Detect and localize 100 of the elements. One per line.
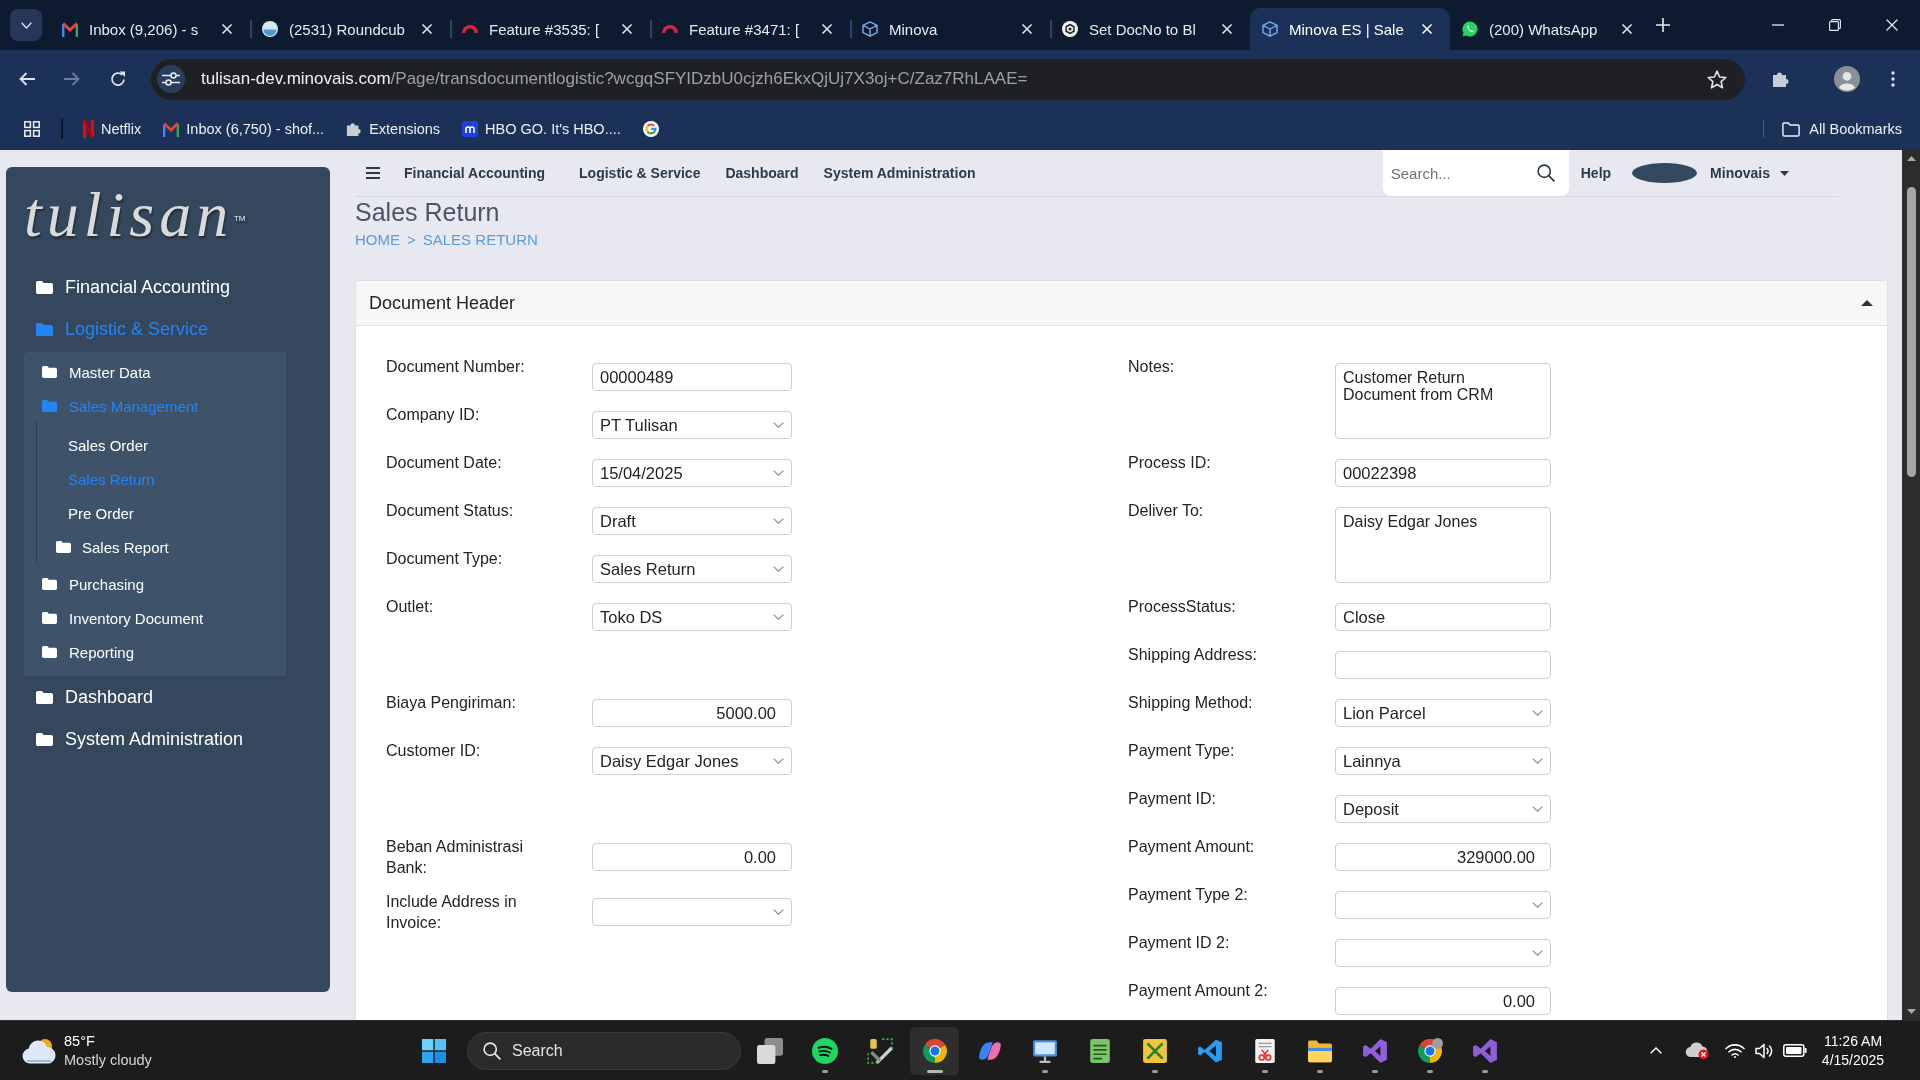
cloud-error-icon[interactable] [1685, 1041, 1709, 1060]
nav-link[interactable]: Logistic & Service [579, 165, 701, 181]
dropdown[interactable]: Daisy Edgar Jones [592, 747, 792, 775]
cloud-sun-icon[interactable] [21, 1037, 57, 1064]
sliders-icon[interactable] [157, 65, 185, 93]
close-icon[interactable] [422, 24, 432, 34]
dropdown[interactable]: Deposit [1335, 795, 1551, 823]
tab-search-button[interactable] [10, 9, 42, 41]
dropdown[interactable]: PT Tulisan [592, 411, 792, 439]
avatar-icon[interactable] [1834, 66, 1860, 92]
textarea-field[interactable]: Daisy Edgar Jones [1335, 507, 1551, 583]
browser-tab[interactable]: Inbox (9,206) - s [50, 8, 250, 50]
dropdown[interactable]: Toko DS [592, 603, 792, 631]
chevron-down-icon [773, 422, 784, 428]
speaker-icon[interactable] [1755, 1042, 1775, 1059]
text-field[interactable]: Close [1335, 603, 1551, 631]
text-field[interactable]: 00022398 [1335, 459, 1551, 487]
field-label: Document Status: [386, 501, 515, 521]
menu-item[interactable]: Master Data [42, 355, 151, 389]
menu-item[interactable]: Dashboard [36, 676, 154, 718]
nav-link[interactable]: Financial Accounting [404, 165, 546, 181]
star-icon[interactable] [1707, 69, 1727, 89]
textarea-field[interactable]: Customer Return Document from CRM [1335, 363, 1551, 439]
close-icon[interactable] [1022, 24, 1032, 34]
restore-icon[interactable] [1828, 19, 1841, 31]
puzzle-icon[interactable] [1772, 70, 1790, 88]
address-bar[interactable]: tulisan-dev.minovais.com/Page/transdocumentlogistic?wcgqSFYIDzbU0cjzh6EkxQjUj7X3oj+C/Zaz7RhLAAE= [151, 58, 1745, 100]
text-field[interactable]: 00000489 [592, 363, 792, 391]
apps-grid-icon[interactable] [24, 121, 40, 137]
card-header[interactable]: Document Header [356, 281, 1887, 326]
more-icon[interactable] [1891, 71, 1895, 87]
caret-icon[interactable] [1780, 170, 1789, 176]
close-icon[interactable] [822, 24, 832, 34]
browser-tab[interactable]: (200) WhatsApp [1450, 8, 1650, 50]
chevron-down-icon [1532, 950, 1543, 956]
browser-tab[interactable]: Set DocNo to Bl [1050, 8, 1250, 50]
clock-time[interactable]: 11:26 AM [1823, 1031, 1883, 1051]
close-icon[interactable] [1885, 19, 1898, 31]
number-field[interactable]: 5000.00 [592, 699, 792, 727]
text-field[interactable] [1335, 651, 1551, 679]
menu-item[interactable]: Sales Order [68, 428, 149, 462]
minimize-icon[interactable] [1771, 24, 1784, 26]
browser-tab[interactable]: Minova ES | Sale [1250, 8, 1450, 50]
folder-icon [42, 366, 57, 378]
dropdown[interactable]: 15/04/2025 [592, 459, 792, 487]
start-icon[interactable] [422, 1038, 446, 1063]
forward-arrow-icon[interactable] [64, 72, 80, 86]
all-bookmarks-button[interactable]: All Bookmarks [1782, 121, 1902, 137]
folder-icon [1782, 121, 1801, 137]
chevron-down-icon [1532, 806, 1543, 812]
menu-icon[interactable] [366, 167, 380, 179]
bookmark[interactable]: Extensions [338, 115, 449, 143]
folder-icon [56, 541, 71, 553]
number-field[interactable]: 0.00 [592, 843, 792, 871]
reload-icon[interactable] [110, 71, 126, 87]
browser-tab[interactable]: Feature #3535: [ [450, 8, 650, 50]
scrollbar-thumb[interactable] [1906, 187, 1916, 477]
scroll-up-icon[interactable] [1906, 156, 1916, 161]
wifi-icon[interactable] [1725, 1043, 1745, 1058]
chat-bubble-icon [1462, 21, 1478, 37]
menu-item[interactable]: Inventory Document [42, 601, 204, 635]
field-label: Company ID: [386, 405, 481, 425]
user-menu[interactable]: Minovais [1710, 165, 1770, 181]
clock-date[interactable]: 4/15/2025 [1821, 1050, 1885, 1070]
browser-tab[interactable]: (2531) Roundcub [250, 8, 450, 50]
menu-item[interactable]: Purchasing [42, 567, 145, 601]
nav-link[interactable]: System Administration [823, 165, 976, 181]
close-icon[interactable] [1622, 24, 1632, 34]
dropdown[interactable]: Lion Parcel [1335, 699, 1551, 727]
scrollbar[interactable] [1902, 150, 1920, 1020]
close-icon[interactable] [1222, 24, 1232, 34]
search-field[interactable]: Search... [1382, 150, 1569, 196]
bookmark[interactable]: Netflix [75, 115, 150, 143]
help-link[interactable]: Help [1580, 165, 1612, 181]
back-arrow-icon[interactable] [19, 72, 35, 86]
menu-item[interactable]: System Administration [36, 718, 244, 760]
taskbar-app-button[interactable] [910, 1026, 959, 1075]
dropdown[interactable]: Lainnya [1335, 747, 1551, 775]
dropdown[interactable]: Draft [592, 507, 792, 535]
bookmark[interactable]: HBO GO. It's HBO.... [454, 115, 629, 143]
dropdown[interactable]: Sales Return [592, 555, 792, 583]
sphere-icon [262, 21, 278, 37]
browser-tab[interactable]: Feature #3471: [ [650, 8, 850, 50]
number-field[interactable]: 0.00 [1335, 987, 1551, 1015]
taskbar-search[interactable]: Search [467, 1031, 741, 1070]
chevron-down-icon [773, 566, 784, 572]
menu-item[interactable]: Sales Report [56, 530, 169, 564]
new-tab-icon[interactable] [1656, 18, 1670, 32]
menu-item[interactable]: Financial Accounting [36, 266, 231, 308]
scroll-down-icon[interactable] [1906, 1009, 1916, 1014]
chevron-up-icon[interactable] [1650, 1047, 1662, 1054]
menu-item[interactable]: Reporting [42, 635, 135, 669]
nav-link[interactable]: Dashboard [725, 165, 799, 181]
number-field[interactable]: 329000.00 [1335, 843, 1551, 871]
battery-icon[interactable] [1783, 1044, 1807, 1057]
close-icon[interactable] [222, 24, 232, 34]
browser-tab[interactable]: Minova [850, 8, 1050, 50]
close-icon[interactable] [622, 24, 632, 34]
menu-item[interactable]: Pre Order [68, 496, 134, 530]
bookmark[interactable]: Inbox (6,750) - shof... [155, 115, 333, 143]
